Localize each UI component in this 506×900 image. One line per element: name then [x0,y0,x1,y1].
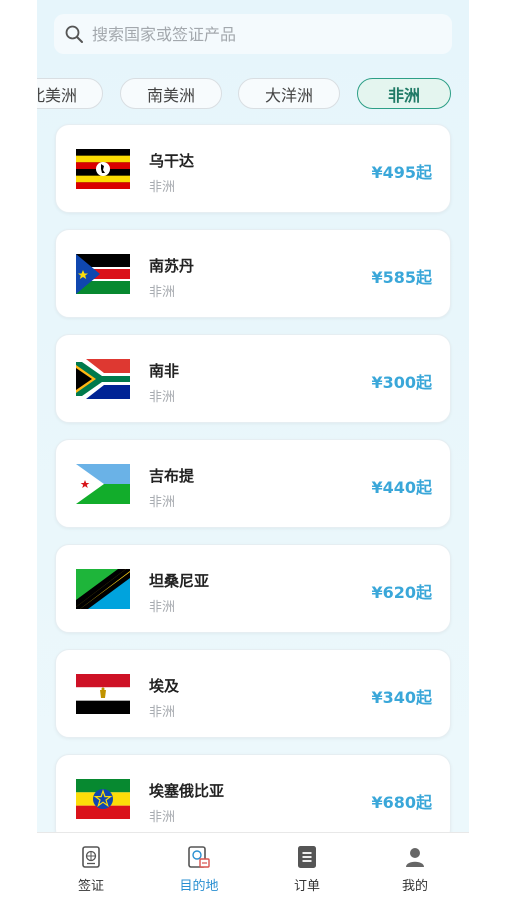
country-card[interactable]: 南苏丹 非洲 ¥585起 [55,229,451,318]
destination-icon [188,846,210,868]
tanzania-flag-icon [76,569,130,609]
country-region: 非洲 [149,180,176,195]
djibouti-flag-icon [76,464,130,504]
nav-label: 目的地 [179,879,219,894]
country-region: 非洲 [149,285,176,300]
country-card[interactable]: 埃塞俄比亚 非洲 ¥680起 [55,754,451,843]
uganda-flag-icon [76,149,130,189]
country-region: 非洲 [149,705,176,720]
country-price: ¥585起 [371,268,432,287]
country-region: 非洲 [149,600,176,615]
country-card[interactable]: 坦桑尼亚 非洲 ¥620起 [55,544,451,633]
country-card[interactable]: 乌干达 非洲 ¥495起 [55,124,451,213]
country-name: 埃及 [149,677,180,695]
search-input[interactable] [92,24,432,44]
nav-label: 签证 [77,879,104,894]
search-icon [65,25,83,43]
order-list-icon [298,846,316,868]
country-list: 乌干达 非洲 ¥495起 南苏丹 非洲 ¥585起 南非 非洲 ¥300起 吉布… [55,124,451,859]
country-price: ¥340起 [371,688,432,707]
egypt-flag-icon [76,674,130,714]
country-name: 坦桑尼亚 [149,572,210,590]
user-icon [406,848,424,867]
country-region: 非洲 [149,810,176,825]
country-name: 吉布提 [149,467,195,485]
country-price: ¥495起 [371,163,432,182]
passport-icon [82,846,100,868]
south-sudan-flag-icon [76,254,130,294]
nav-orders[interactable]: 订单 [253,833,361,900]
country-price: ¥300起 [371,373,432,392]
country-name: 南非 [149,362,180,380]
tab-africa[interactable]: 非洲 [357,78,451,109]
ethiopia-flag-icon [76,779,130,819]
country-region: 非洲 [149,495,176,510]
country-name: 埃塞俄比亚 [149,782,225,800]
bottom-nav: 签证 目的地 订单 我的 [37,832,469,900]
country-price: ¥620起 [371,583,432,602]
tab-north-america[interactable]: 北美洲 [37,78,103,109]
destination-screen: 北美洲 南美洲 大洋洲 非洲 乌干达 非洲 ¥495起 [37,0,469,900]
tab-south-america[interactable]: 南美洲 [120,78,222,109]
country-card[interactable]: 吉布提 非洲 ¥440起 [55,439,451,528]
country-price: ¥680起 [371,793,432,812]
country-price: ¥440起 [371,478,432,497]
country-card[interactable]: 埃及 非洲 ¥340起 [55,649,451,738]
region-tabs: 北美洲 南美洲 大洋洲 非洲 [37,78,469,110]
nav-destination[interactable]: 目的地 [145,833,253,900]
country-name: 南苏丹 [149,257,195,275]
search-bar[interactable] [54,14,452,54]
nav-profile[interactable]: 我的 [361,833,469,900]
nav-label: 订单 [293,879,320,894]
south-africa-flag-icon [76,359,130,399]
country-name: 乌干达 [149,152,195,170]
nav-visa[interactable]: 签证 [37,833,145,900]
country-region: 非洲 [149,390,176,405]
tab-oceania[interactable]: 大洋洲 [238,78,340,109]
nav-label: 我的 [401,879,428,894]
country-card[interactable]: 南非 非洲 ¥300起 [55,334,451,423]
